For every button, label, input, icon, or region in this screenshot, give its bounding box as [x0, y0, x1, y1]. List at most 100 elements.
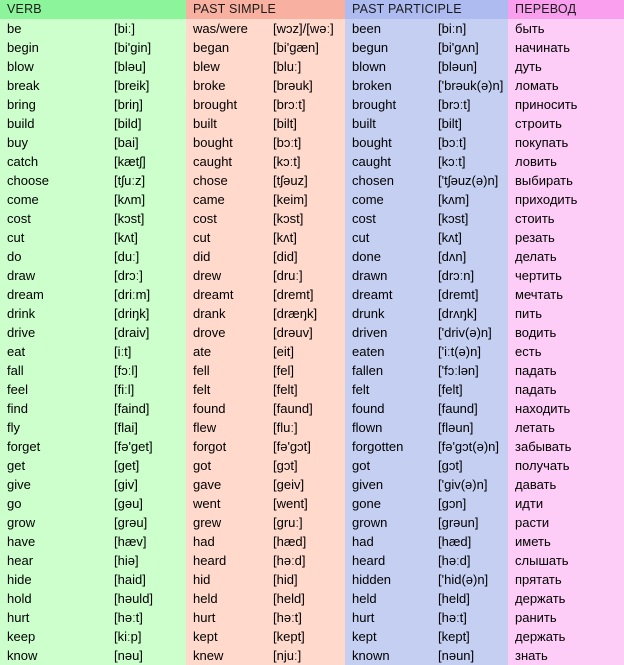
cell-translation: мечтать [508, 285, 624, 304]
cell-verb-transcription: [fiːl] [107, 380, 186, 399]
column-header-past-participle: PAST PARTICIPLE [345, 0, 509, 19]
cell-verb-transcription: [breik] [107, 76, 186, 95]
cell-past-simple: blew [186, 57, 266, 76]
table-row: do [duː] did [did] done [dʌn] делать [0, 247, 624, 266]
cell-verb-transcription: [həuld] [107, 589, 186, 608]
cell-translation: ранить [508, 608, 624, 627]
cell-translation: давать [508, 475, 624, 494]
cell-verb: break [0, 76, 107, 95]
cell-past-simple-transcription: [kʌt] [266, 228, 345, 247]
cell-past-participle-transcription: [drɔːn] [431, 266, 509, 285]
cell-verb: build [0, 114, 107, 133]
table-row: draw [drɔː] drew [druː] drawn [drɔːn] чертить [0, 266, 624, 285]
cell-verb: drink [0, 304, 107, 323]
cell-past-simple: felt [186, 380, 266, 399]
cell-verb-transcription: [get] [107, 456, 186, 475]
cell-past-participle: had [345, 532, 431, 551]
cell-verb: dream [0, 285, 107, 304]
cell-verb: give [0, 475, 107, 494]
cell-past-simple: knew [186, 646, 266, 665]
cell-past-simple: fell [186, 361, 266, 380]
cell-past-participle-transcription: [drʌŋk] [431, 304, 509, 323]
table-row: be [biː] was/were [wɔz]/[wəː] been [biːn] быть [0, 19, 624, 38]
cell-past-participle-transcription: [kɔːt] [431, 152, 509, 171]
cell-past-participle-transcription: [brɔːt] [431, 95, 509, 114]
cell-verb-transcription: [nəu] [107, 646, 186, 665]
cell-past-simple: chose [186, 171, 266, 190]
cell-translation: ломать [508, 76, 624, 95]
table-row: come [kʌm] came [keim] come [kʌm] приходить [0, 190, 624, 209]
cell-past-simple-transcription: [went] [266, 494, 345, 513]
cell-past-simple-transcription: [fluː] [266, 418, 345, 437]
cell-past-simple: broke [186, 76, 266, 95]
cell-verb: do [0, 247, 107, 266]
table-row: break [breik] broke [brəuk] broken ['brəuk(ə)… [0, 76, 624, 95]
cell-verb-transcription: [flai] [107, 418, 186, 437]
table-row: choose [tʃuːz] chose [tʃəuz] chosen ['tʃəuz(ə… [0, 171, 624, 190]
cell-past-participle-transcription: ['brəuk(ə)n] [431, 76, 509, 95]
cell-past-participle: been [345, 19, 431, 38]
cell-translation: стоить [508, 209, 624, 228]
cell-verb-transcription: [fɔːl] [107, 361, 186, 380]
table-row: bring [briŋ] brought [brɔːt] brought [brɔːt] п… [0, 95, 624, 114]
cell-verb-transcription: [fə'get] [107, 437, 186, 456]
cell-past-participle: dreamt [345, 285, 431, 304]
cell-past-simple-transcription: [gruː] [266, 513, 345, 532]
table-row: begin [bi'gin] began [bi'gæn] begun [bi'gʌn] н… [0, 38, 624, 57]
cell-past-simple: held [186, 589, 266, 608]
cell-verb: know [0, 646, 107, 665]
cell-past-simple-transcription: [bilt] [266, 114, 345, 133]
cell-translation: идти [508, 494, 624, 513]
cell-verb: come [0, 190, 107, 209]
cell-translation: приносить [508, 95, 624, 114]
cell-past-participle: got [345, 456, 431, 475]
cell-past-participle: cost [345, 209, 431, 228]
cell-verb-transcription: [iːt] [107, 342, 186, 361]
cell-past-participle: kept [345, 627, 431, 646]
cell-past-participle-transcription: ['tʃəuz(ə)n] [431, 171, 509, 190]
cell-verb-transcription: [həːt] [107, 608, 186, 627]
cell-past-simple-transcription: [həːt] [266, 608, 345, 627]
table-row: give [giv] gave [geiv] given ['giv(ə)n] давать [0, 475, 624, 494]
cell-verb-transcription: [bai] [107, 133, 186, 152]
cell-verb-transcription: [drɔː] [107, 266, 186, 285]
table-row: cost [kɔst] cost [kɔst] cost [kɔst] стоить [0, 209, 624, 228]
cell-past-simple: hid [186, 570, 266, 589]
cell-past-participle-transcription: [grəun] [431, 513, 509, 532]
cell-past-participle-transcription: [held] [431, 589, 509, 608]
cell-verb: fly [0, 418, 107, 437]
cell-verb-transcription: [driːm] [107, 285, 186, 304]
cell-verb: hide [0, 570, 107, 589]
cell-past-simple: caught [186, 152, 266, 171]
cell-past-participle: caught [345, 152, 431, 171]
cell-past-participle: come [345, 190, 431, 209]
cell-past-simple-transcription: [drəuv] [266, 323, 345, 342]
cell-past-simple: dreamt [186, 285, 266, 304]
cell-past-simple: ate [186, 342, 266, 361]
cell-past-simple: drank [186, 304, 266, 323]
cell-verb: be [0, 19, 107, 38]
cell-verb-transcription: [kʌt] [107, 228, 186, 247]
cell-past-participle: hidden [345, 570, 431, 589]
cell-past-participle: driven [345, 323, 431, 342]
cell-past-simple-transcription: [gɔt] [266, 456, 345, 475]
cell-translation: приходить [508, 190, 624, 209]
cell-past-participle-transcription: [felt] [431, 380, 509, 399]
cell-verb-transcription: [haid] [107, 570, 186, 589]
cell-translation: начинать [508, 38, 624, 57]
cell-past-participle: felt [345, 380, 431, 399]
table-row: hide [haid] hid [hid] hidden ['hid(ə)n] прятат… [0, 570, 624, 589]
cell-past-simple-transcription: [hid] [266, 570, 345, 589]
cell-past-simple-transcription: [kɔst] [266, 209, 345, 228]
cell-translation: падать [508, 380, 624, 399]
cell-verb: cost [0, 209, 107, 228]
table-row: drink [driŋk] drank [dræŋk] drunk [drʌŋk] пить [0, 304, 624, 323]
cell-past-simple: had [186, 532, 266, 551]
cell-past-participle-transcription: ['iːt(ə)n] [431, 342, 509, 361]
cell-verb: buy [0, 133, 107, 152]
cell-verb-transcription: [draiv] [107, 323, 186, 342]
cell-past-participle: hurt [345, 608, 431, 627]
cell-past-simple-transcription: [dremt] [266, 285, 345, 304]
cell-past-simple-transcription: [keim] [266, 190, 345, 209]
column-header-past-simple: PAST SIMPLE [186, 0, 345, 19]
